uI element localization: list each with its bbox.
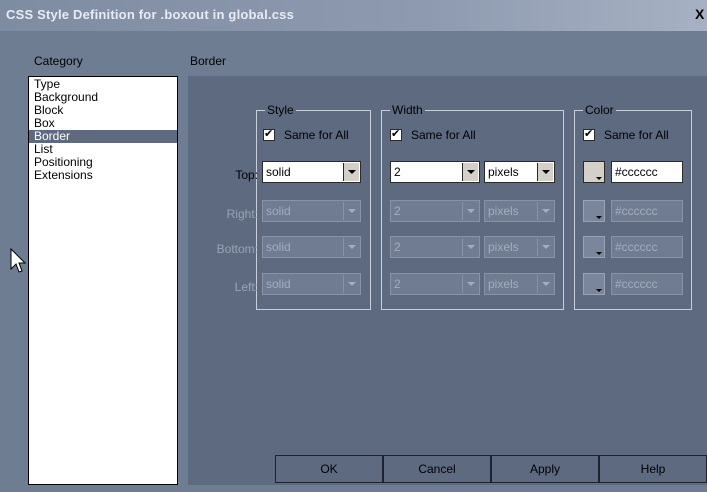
- top-style-value: solid: [266, 165, 291, 179]
- right-style-value: solid: [266, 204, 291, 218]
- top-width-select[interactable]: 2: [390, 161, 480, 183]
- color-same-for-all-label: Same for All: [604, 128, 669, 142]
- chevron-down-icon[interactable]: [537, 275, 553, 293]
- bottom-color-input[interactable]: #cccccc: [611, 236, 683, 258]
- left-color-input[interactable]: #cccccc: [611, 273, 683, 295]
- dialog-window: CSS Style Definition for .boxout in glob…: [0, 0, 707, 492]
- right-style-select[interactable]: solid: [262, 200, 361, 222]
- left-style-select[interactable]: solid: [262, 273, 361, 295]
- bottom-label: Bottom:: [216, 242, 258, 256]
- right-color-swatch[interactable]: [583, 200, 605, 222]
- chevron-down-icon[interactable]: [343, 163, 359, 181]
- left-unit-select[interactable]: pixels: [484, 273, 555, 295]
- top-color-value: #cccccc: [615, 165, 658, 179]
- style-group-title: Style: [265, 103, 296, 117]
- bottom-color-swatch[interactable]: [583, 236, 605, 258]
- right-color-value: #cccccc: [615, 204, 658, 218]
- apply-button[interactable]: Apply: [491, 455, 599, 483]
- left-color-value: #cccccc: [615, 277, 658, 291]
- chevron-down-icon[interactable]: [462, 163, 478, 181]
- width-same-for-all-checkbox[interactable]: [390, 127, 402, 141]
- section-title: Border: [190, 54, 227, 68]
- top-label: Top:: [235, 168, 258, 182]
- color-group-title: Color: [583, 103, 616, 117]
- help-button[interactable]: Help: [599, 455, 707, 483]
- left-unit-value: pixels: [488, 277, 519, 291]
- style-same-for-all-label: Same for All: [284, 128, 349, 142]
- top-width-value: 2: [394, 165, 401, 179]
- ok-button[interactable]: OK: [275, 455, 383, 483]
- chevron-down-icon[interactable]: [462, 238, 478, 256]
- right-label: Right:: [226, 207, 258, 221]
- bottom-color-value: #cccccc: [615, 240, 658, 254]
- top-color-swatch[interactable]: [583, 161, 605, 183]
- category-list[interactable]: Type Background Block Box Border List Po…: [28, 76, 178, 485]
- bottom-width-value: 2: [394, 240, 401, 254]
- left-style-value: solid: [266, 277, 291, 291]
- top-color-input[interactable]: #cccccc: [611, 161, 683, 183]
- bottom-style-select[interactable]: solid: [262, 236, 361, 258]
- mouse-pointer-icon: [10, 248, 26, 273]
- chevron-down-icon[interactable]: [343, 202, 359, 220]
- right-unit-value: pixels: [488, 204, 519, 218]
- left-width-value: 2: [394, 277, 401, 291]
- bottom-unit-value: pixels: [488, 240, 519, 254]
- left-label: Left:: [234, 280, 258, 294]
- style-same-for-all-checkbox[interactable]: [263, 127, 275, 141]
- chevron-down-icon[interactable]: [537, 238, 553, 256]
- bottom-unit-select[interactable]: pixels: [484, 236, 555, 258]
- top-unit-select[interactable]: pixels: [484, 161, 555, 183]
- close-icon[interactable]: X: [695, 6, 704, 22]
- chevron-down-icon[interactable]: [462, 202, 478, 220]
- right-width-value: 2: [394, 204, 401, 218]
- left-width-select[interactable]: 2: [390, 273, 480, 295]
- chevron-down-icon[interactable]: [343, 238, 359, 256]
- left-color-swatch[interactable]: [583, 273, 605, 295]
- cancel-button[interactable]: Cancel: [383, 455, 491, 483]
- category-label: Category: [34, 54, 83, 68]
- right-unit-select[interactable]: pixels: [484, 200, 555, 222]
- chevron-down-icon[interactable]: [537, 202, 553, 220]
- right-width-select[interactable]: 2: [390, 200, 480, 222]
- bottom-width-select[interactable]: 2: [390, 236, 480, 258]
- chevron-down-icon[interactable]: [537, 163, 553, 181]
- window-title: CSS Style Definition for .boxout in glob…: [6, 7, 295, 22]
- title-bar[interactable]: CSS Style Definition for .boxout in glob…: [0, 0, 707, 31]
- top-style-select[interactable]: solid: [262, 161, 361, 183]
- right-color-input[interactable]: #cccccc: [611, 200, 683, 222]
- chevron-down-icon[interactable]: [462, 275, 478, 293]
- width-same-for-all-label: Same for All: [411, 128, 476, 142]
- color-same-for-all-checkbox[interactable]: [583, 127, 595, 141]
- top-unit-value: pixels: [488, 165, 519, 179]
- category-item-extensions[interactable]: Extensions: [29, 169, 177, 182]
- width-group-title: Width: [390, 103, 425, 117]
- chevron-down-icon[interactable]: [343, 275, 359, 293]
- bottom-style-value: solid: [266, 240, 291, 254]
